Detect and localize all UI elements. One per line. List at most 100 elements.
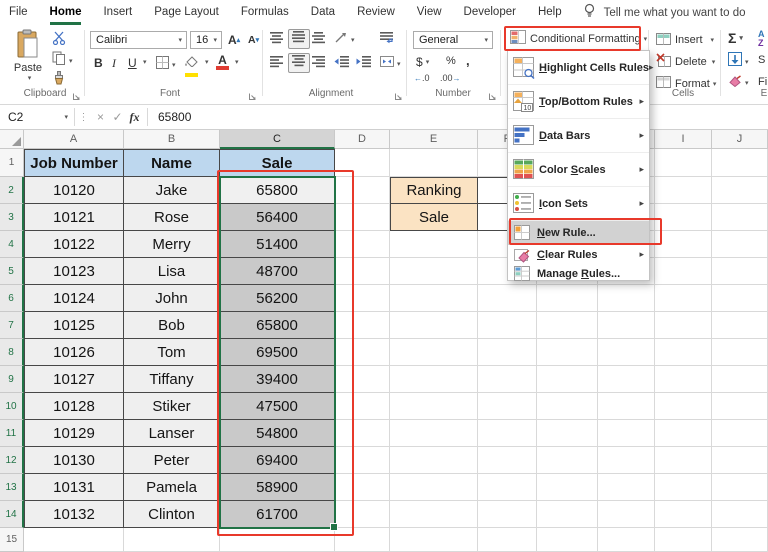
cell-I13[interactable] — [655, 474, 712, 501]
copy-button[interactable]: ▾ — [52, 51, 73, 70]
cell-F11[interactable] — [478, 420, 537, 447]
cell-J14[interactable] — [712, 501, 768, 528]
cancel-icon[interactable]: × — [92, 110, 109, 124]
orientation-button[interactable]: ▾ — [334, 31, 355, 49]
increase-decimal-button[interactable]: ← .0 — [414, 73, 430, 83]
cell-F10[interactable] — [478, 393, 537, 420]
cell-J4[interactable] — [712, 231, 768, 258]
cell-G7[interactable] — [537, 312, 598, 339]
cell-A8[interactable]: 10126 — [24, 339, 124, 366]
cell-E14[interactable] — [390, 501, 478, 528]
cell-I15[interactable] — [655, 528, 712, 552]
cell-A11[interactable]: 10129 — [24, 420, 124, 447]
cell-B3[interactable]: Rose — [124, 204, 220, 231]
column-header-I[interactable]: I — [655, 130, 712, 149]
row-header-1[interactable]: 1 — [0, 149, 24, 177]
menu-tab-developer[interactable]: Developer — [464, 0, 516, 25]
cell-J13[interactable] — [712, 474, 768, 501]
row-header-7[interactable]: 7 — [0, 312, 24, 339]
menu-item-color-scales[interactable]: Color Scales ▸ — [508, 153, 649, 187]
conditional-formatting-button[interactable]: Conditional Formatting ▾ — [510, 29, 647, 49]
cell-E2[interactable]: Ranking — [390, 177, 478, 204]
cell-J15[interactable] — [712, 528, 768, 552]
decrease-indent-button[interactable] — [334, 55, 350, 73]
cell-A12[interactable]: 10130 — [24, 447, 124, 474]
cell-D6[interactable] — [335, 285, 390, 312]
cell-I8[interactable] — [655, 339, 712, 366]
fill-color-button[interactable] — [184, 54, 198, 77]
cell-B12[interactable]: Peter — [124, 447, 220, 474]
cell-G6[interactable] — [537, 285, 598, 312]
bold-button[interactable]: B — [94, 56, 103, 70]
cell-H11[interactable] — [598, 420, 655, 447]
cell-C7[interactable]: 65800 — [220, 312, 335, 339]
italic-button[interactable]: I — [112, 56, 116, 71]
cell-C1[interactable]: Sale — [220, 149, 335, 177]
delete-cells-button[interactable]: Delete ▾ — [656, 53, 715, 70]
menu-tab-review[interactable]: Review — [357, 0, 395, 25]
cell-F13[interactable] — [478, 474, 537, 501]
insert-cells-button[interactable]: Insert ▾ — [656, 31, 714, 48]
row-header-9[interactable]: 9 — [0, 366, 24, 393]
cell-B8[interactable]: Tom — [124, 339, 220, 366]
cell-B13[interactable]: Pamela — [124, 474, 220, 501]
cell-I2[interactable] — [655, 177, 712, 204]
cell-C5[interactable]: 48700 — [220, 258, 335, 285]
cell-E13[interactable] — [390, 474, 478, 501]
cell-J5[interactable] — [712, 258, 768, 285]
column-header-E[interactable]: E — [390, 130, 478, 149]
cell-G14[interactable] — [537, 501, 598, 528]
fill-down-button[interactable]: ▾ — [728, 52, 749, 71]
cell-E4[interactable] — [390, 231, 478, 258]
cell-G15[interactable] — [537, 528, 598, 552]
cell-A1[interactable]: Job Number — [24, 149, 124, 177]
row-header-6[interactable]: 6 — [0, 285, 24, 312]
cell-J9[interactable] — [712, 366, 768, 393]
cell-H7[interactable] — [598, 312, 655, 339]
cell-I12[interactable] — [655, 447, 712, 474]
row-header-4[interactable]: 4 — [0, 231, 24, 258]
cell-C6[interactable]: 56200 — [220, 285, 335, 312]
cell-C3[interactable]: 56400 — [220, 204, 335, 231]
column-header-C[interactable]: C — [220, 130, 335, 149]
select-all-corner[interactable] — [0, 130, 24, 149]
menu-item-data-bars[interactable]: Data Bars ▸ — [508, 119, 649, 153]
cell-E5[interactable] — [390, 258, 478, 285]
borders-button[interactable]: ▾ — [156, 56, 176, 74]
menu-item-highlight-cells-rules[interactable]: Highlight Cells Rules ▸ — [508, 51, 654, 85]
font-name-combo[interactable]: Calibri ▾ — [90, 31, 187, 49]
cell-D14[interactable] — [335, 501, 390, 528]
cell-B1[interactable]: Name — [124, 149, 220, 177]
font-dialog-launcher[interactable] — [248, 88, 257, 106]
cell-G13[interactable] — [537, 474, 598, 501]
cell-F14[interactable] — [478, 501, 537, 528]
cell-C14[interactable]: 61700 — [220, 501, 335, 528]
row-header-10[interactable]: 10 — [0, 393, 24, 420]
cell-A4[interactable]: 10122 — [24, 231, 124, 258]
underline-button[interactable]: U — [128, 56, 137, 70]
cell-H15[interactable] — [598, 528, 655, 552]
name-box-dropdown-arrow[interactable]: ▾ — [64, 113, 68, 121]
column-header-A[interactable]: A — [24, 130, 124, 149]
align-left-button[interactable] — [270, 55, 284, 73]
cell-D13[interactable] — [335, 474, 390, 501]
row-header-13[interactable]: 13 — [0, 474, 24, 501]
menu-tab-formulas[interactable]: Formulas — [241, 0, 289, 25]
cell-I9[interactable] — [655, 366, 712, 393]
menu-tab-page-layout[interactable]: Page Layout — [154, 0, 219, 25]
cell-F15[interactable] — [478, 528, 537, 552]
name-box[interactable]: C2 ▾ — [0, 105, 74, 130]
cell-E10[interactable] — [390, 393, 478, 420]
cell-A5[interactable]: 10123 — [24, 258, 124, 285]
cut-button[interactable] — [52, 31, 66, 50]
cell-H14[interactable] — [598, 501, 655, 528]
cell-D8[interactable] — [335, 339, 390, 366]
cell-C11[interactable]: 54800 — [220, 420, 335, 447]
cell-B7[interactable]: Bob — [124, 312, 220, 339]
cell-I3[interactable] — [655, 204, 712, 231]
cell-D15[interactable] — [335, 528, 390, 552]
paste-dropdown-arrow[interactable]: ▾ — [28, 74, 32, 82]
cell-I1[interactable] — [655, 149, 712, 177]
cell-A15[interactable] — [24, 528, 124, 552]
cell-D9[interactable] — [335, 366, 390, 393]
